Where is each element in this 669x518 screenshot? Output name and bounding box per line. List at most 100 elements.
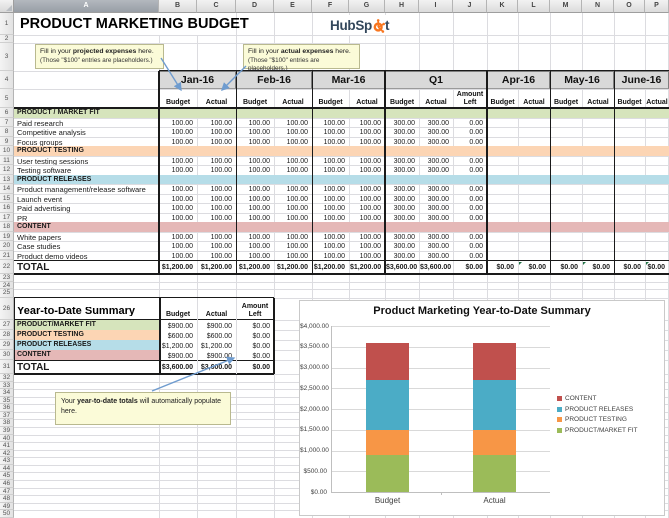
cell-value[interactable]: 100.00	[350, 195, 381, 204]
column-subheader[interactable]: Budget	[550, 89, 582, 108]
summary-col-header[interactable]: Actual	[197, 298, 236, 321]
column-subheader[interactable]: Actual	[518, 89, 550, 108]
cell-value[interactable]: 300.00	[386, 157, 415, 166]
total-value[interactable]: $0.00	[583, 263, 610, 273]
cell-value[interactable]: 100.00	[237, 252, 270, 261]
column-subheader[interactable]: Amount Left	[453, 89, 487, 108]
cell-value[interactable]: 0.00	[454, 119, 483, 128]
row-header-1[interactable]: 1	[0, 13, 14, 35]
cell-value[interactable]: 100.00	[198, 214, 232, 223]
cell-value[interactable]: 300.00	[386, 119, 415, 128]
section-band[interactable]: PRODUCT / MARKET FIT	[14, 108, 669, 118]
cell-value[interactable]: 100.00	[160, 233, 193, 242]
row-header-3[interactable]: 3	[0, 43, 14, 71]
ytd-summary-chart[interactable]: Product Marketing Year-to-Date Summary $…	[299, 300, 665, 516]
cell-value[interactable]: 100.00	[275, 138, 308, 147]
cell-value[interactable]: 100.00	[237, 119, 270, 128]
row-header-4[interactable]: 4	[0, 71, 14, 89]
cell-value[interactable]: 100.00	[350, 166, 381, 175]
row-header-10[interactable]: 10	[0, 146, 14, 156]
column-subheader[interactable]: Actual	[349, 89, 385, 108]
total-value[interactable]: $1,200.00	[198, 263, 232, 273]
cell-value[interactable]: 100.00	[313, 195, 345, 204]
row-header-31[interactable]: 31	[0, 360, 14, 374]
cell-value[interactable]: 100.00	[198, 128, 232, 137]
summary-row-label[interactable]: PRODUCT/MARKET FIT	[14, 320, 159, 330]
row-label[interactable]: Product demo videos	[17, 252, 156, 261]
column-header-J[interactable]: J	[453, 0, 487, 13]
row-header-49[interactable]: 49	[0, 503, 14, 511]
cell-value[interactable]: 100.00	[237, 195, 270, 204]
cell-value[interactable]: 100.00	[160, 157, 193, 166]
total-value[interactable]: $0.00	[488, 263, 514, 273]
column-header-G[interactable]: G	[349, 0, 385, 13]
total-label[interactable]: TOTAL	[17, 262, 156, 273]
cell-value[interactable]: 300.00	[420, 242, 449, 251]
row-label[interactable]: Testing software	[17, 166, 156, 175]
row-label[interactable]: Focus groups	[17, 138, 156, 147]
row-header-32[interactable]: 32	[0, 374, 14, 382]
row-header-11[interactable]: 11	[0, 156, 14, 166]
row-header-21[interactable]: 21	[0, 251, 14, 261]
cell-value[interactable]: 300.00	[386, 242, 415, 251]
row-header-22[interactable]: 22	[0, 260, 14, 274]
row-header-9[interactable]: 9	[0, 137, 14, 147]
cell-value[interactable]: 100.00	[275, 157, 308, 166]
summary-cell-value[interactable]: $0.00	[237, 332, 270, 341]
summary-row-label[interactable]: PRODUCT TESTING	[14, 330, 159, 340]
row-header-27[interactable]: 27	[0, 320, 14, 330]
chart-legend-label[interactable]: CONTENT	[565, 395, 596, 402]
column-subheader[interactable]: Budget	[487, 89, 518, 108]
row-header-41[interactable]: 41	[0, 442, 14, 450]
row-header-24[interactable]: 24	[0, 282, 14, 290]
column-header-A[interactable]: A	[14, 0, 159, 13]
total-value[interactable]: $0.00	[519, 263, 546, 273]
row-header-48[interactable]: 48	[0, 495, 14, 503]
summary-cell-value[interactable]: $900.00	[198, 322, 232, 331]
row-header-17[interactable]: 17	[0, 213, 14, 223]
chart-legend-label[interactable]: PRODUCT/MARKET FIT	[565, 427, 637, 434]
summary-col-header[interactable]: Amount Left	[236, 298, 274, 321]
cell-value[interactable]: 300.00	[386, 214, 415, 223]
row-header-23[interactable]: 23	[0, 274, 14, 282]
chart-legend-label[interactable]: PRODUCT TESTING	[565, 416, 627, 423]
row-header-33[interactable]: 33	[0, 382, 14, 390]
cell-value[interactable]: 100.00	[237, 204, 270, 213]
cell-value[interactable]: 300.00	[420, 166, 449, 175]
month-header[interactable]: June-16	[614, 71, 669, 89]
cell-value[interactable]: 300.00	[386, 166, 415, 175]
column-header-K[interactable]: K	[487, 0, 518, 13]
cell-value[interactable]: 0.00	[454, 166, 483, 175]
cell-value[interactable]: 300.00	[386, 185, 415, 194]
row-header-38[interactable]: 38	[0, 419, 14, 427]
row-label[interactable]: Competitive analysis	[17, 128, 156, 137]
cell-value[interactable]: 100.00	[350, 138, 381, 147]
cell-value[interactable]: 100.00	[237, 233, 270, 242]
row-header-35[interactable]: 35	[0, 397, 14, 405]
month-header[interactable]: Feb-16	[236, 71, 312, 89]
cell-value[interactable]: 100.00	[160, 252, 193, 261]
column-header-D[interactable]: D	[236, 0, 274, 13]
cell-value[interactable]: 300.00	[386, 195, 415, 204]
column-header-I[interactable]: I	[419, 0, 453, 13]
month-header[interactable]: Jan-16	[159, 71, 236, 89]
cell-value[interactable]: 100.00	[160, 138, 193, 147]
month-header[interactable]: Mar-16	[312, 71, 385, 89]
column-subheader[interactable]: Budget	[236, 89, 274, 108]
summary-row-label[interactable]: PRODUCT RELEASES	[14, 340, 159, 350]
cell-value[interactable]: 100.00	[350, 128, 381, 137]
cell-value[interactable]: 100.00	[313, 233, 345, 242]
section-band[interactable]: PRODUCT TESTING	[14, 146, 669, 156]
cell-value[interactable]: 100.00	[350, 157, 381, 166]
row-header-30[interactable]: 30	[0, 350, 14, 360]
cell-value[interactable]: 100.00	[237, 157, 270, 166]
column-header-E[interactable]: E	[274, 0, 312, 13]
cell-value[interactable]: 100.00	[275, 242, 308, 251]
row-header-36[interactable]: 36	[0, 404, 14, 412]
cell-value[interactable]: 100.00	[313, 252, 345, 261]
cell-value[interactable]: 0.00	[454, 157, 483, 166]
month-header[interactable]: Q1	[385, 71, 487, 89]
row-header-26[interactable]: 26	[0, 298, 14, 321]
summary-cell-value[interactable]: $900.00	[160, 322, 193, 331]
row-header-28[interactable]: 28	[0, 330, 14, 340]
